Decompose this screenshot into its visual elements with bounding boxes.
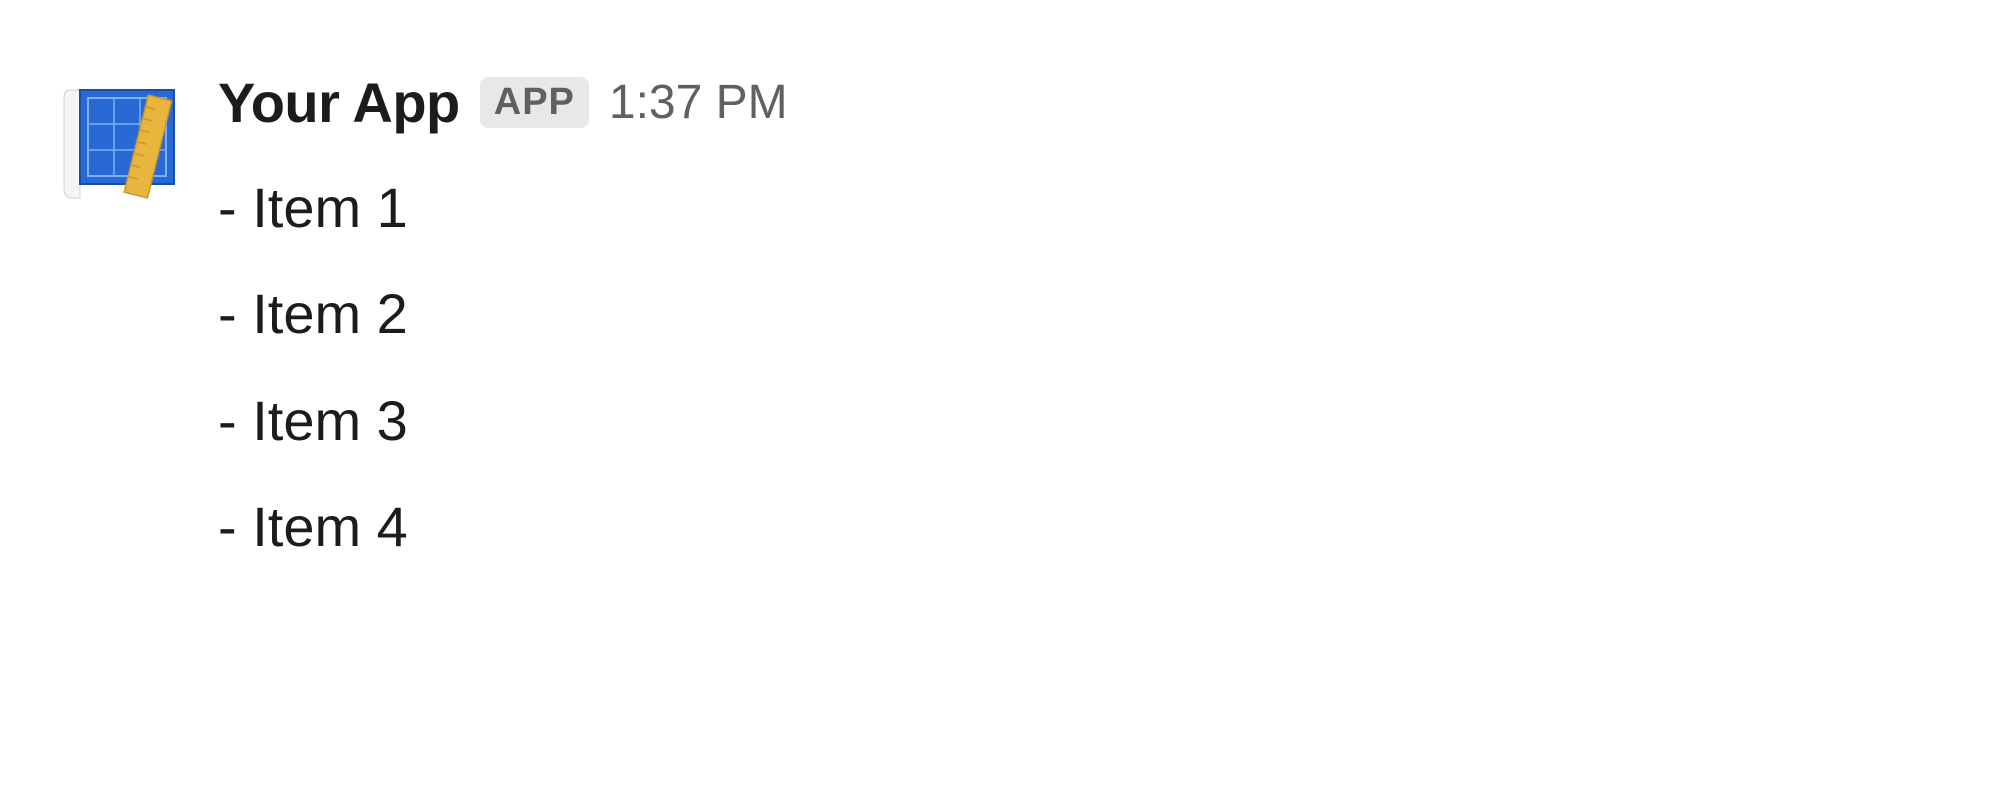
message-content: Your App APP 1:37 PM - Item 1 - Item 2 -… (218, 70, 1940, 581)
app-avatar[interactable] (60, 76, 190, 206)
slack-message: Your App APP 1:37 PM - Item 1 - Item 2 -… (60, 70, 1940, 581)
list-item: - Item 3 (218, 368, 1940, 474)
message-timestamp[interactable]: 1:37 PM (609, 75, 788, 130)
sender-name[interactable]: Your App (218, 70, 460, 135)
list-item: - Item 1 (218, 155, 1940, 261)
blueprint-icon (60, 76, 190, 206)
list-item: - Item 2 (218, 261, 1940, 367)
message-body: - Item 1 - Item 2 - Item 3 - Item 4 (218, 155, 1940, 581)
app-badge: APP (480, 77, 589, 128)
message-header: Your App APP 1:37 PM (218, 70, 1940, 135)
list-item: - Item 4 (218, 474, 1940, 580)
